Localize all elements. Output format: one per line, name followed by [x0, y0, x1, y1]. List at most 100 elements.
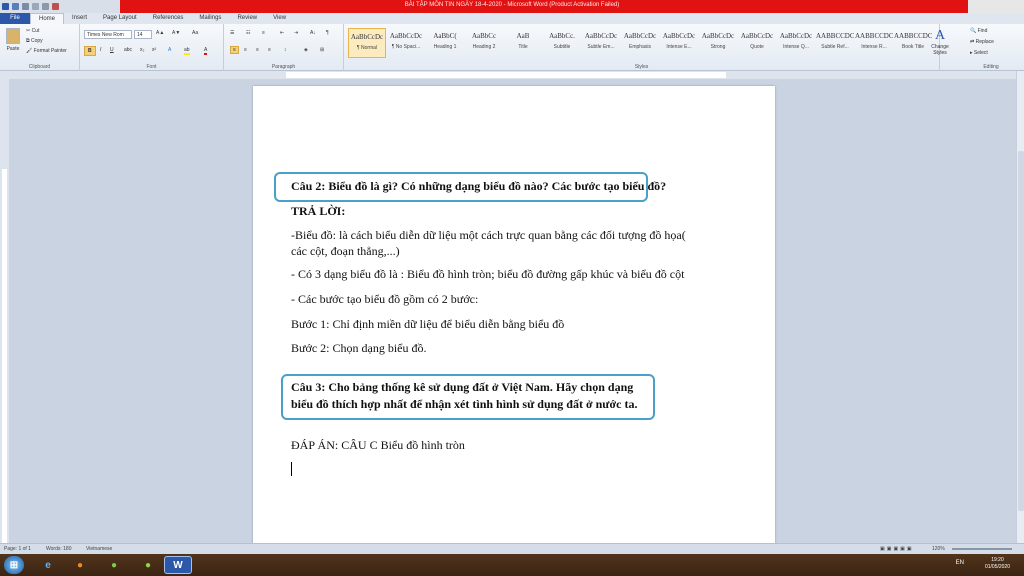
clear-format-icon[interactable]: Aa — [192, 30, 198, 36]
tab-view[interactable]: View — [265, 13, 294, 24]
ribbon-tabs: File Home Insert Page Layout References … — [0, 13, 1024, 24]
superscript-icon[interactable]: x² — [152, 47, 156, 53]
vertical-scrollbar[interactable] — [1016, 71, 1024, 543]
style-tile[interactable]: AaBbCc. Subtitle — [543, 28, 581, 58]
style-name: Heading 1 — [433, 44, 457, 50]
clock[interactable]: 19:20 01/05/2020 — [985, 557, 1010, 571]
font-name-dropdown[interactable]: Times New Rom — [84, 30, 132, 39]
scrollbar-thumb[interactable] — [1018, 151, 1024, 511]
find-label: Find — [977, 28, 988, 34]
style-sample: AaBbCcDc — [584, 32, 618, 40]
font-size-dropdown[interactable]: 14 — [134, 30, 152, 39]
language-tray[interactable]: EN — [956, 560, 964, 566]
style-tile[interactable]: AaBbC( Heading 1 — [426, 28, 464, 58]
style-tile[interactable]: AaB Title — [504, 28, 542, 58]
tab-insert[interactable]: Insert — [64, 13, 95, 24]
italic-icon[interactable]: I — [100, 47, 101, 53]
paragraph-line-4: - Các bước tạo biểu đồ gồm có 2 bước: — [291, 292, 479, 306]
style-sample: AaBbCc. — [549, 32, 575, 40]
multilevel-list-icon[interactable]: ≡ — [262, 30, 265, 36]
style-name: Intense Q... — [783, 44, 809, 50]
view-buttons[interactable]: ▣▣▣▣▣ — [880, 546, 914, 552]
line-spacing-icon[interactable]: ↕ — [284, 47, 287, 53]
app-icon-green-2[interactable]: ● — [134, 556, 162, 574]
bullets-icon[interactable]: ☰ — [230, 30, 234, 36]
styles-group: AaBbCcDc ¶ Normal AaBbCcDc ¶ No Spaci... AaB… — [344, 24, 949, 71]
style-tile[interactable]: AaBbCcDc Emphasis — [621, 28, 659, 58]
style-tile[interactable]: AABBCCDC Book Title — [894, 28, 932, 58]
style-tile[interactable]: AaBbCcDc Intense Q... — [777, 28, 815, 58]
firefox-icon[interactable]: ● — [66, 556, 94, 574]
answer-text: ĐÁP ÁN: CÂU C Biểu đồ hình tròn — [291, 438, 465, 452]
style-tile[interactable]: AaBbCcDc Intense E... — [660, 28, 698, 58]
highlight-icon[interactable]: ab — [184, 47, 190, 55]
language-indicator[interactable]: Vietnamese — [86, 546, 112, 552]
align-right-icon[interactable]: ≡ — [256, 47, 259, 53]
decrease-indent-icon[interactable]: ⇤ — [280, 30, 284, 36]
style-sample: AABBCCDC — [894, 32, 932, 40]
paragraph-line-1: -Biểu đồ: là cách biểu diễn dữ liệu một … — [291, 228, 686, 242]
style-sample: AaBbCc — [471, 32, 497, 40]
select-button[interactable]: ▸ Select — [970, 50, 988, 56]
ie-icon[interactable]: e — [34, 556, 62, 574]
copy-button[interactable]: ⧉ Copy — [26, 38, 43, 44]
zoom-level[interactable]: 120% — [932, 546, 945, 552]
grow-font-icon[interactable]: A▲ — [156, 30, 164, 36]
copy-label: Copy — [30, 38, 43, 44]
text-effects-icon[interactable]: A — [168, 47, 171, 53]
format-painter-button[interactable]: 🖌 Format Painter — [26, 48, 67, 54]
replace-button[interactable]: ⇄ Replace — [970, 39, 994, 45]
show-marks-icon[interactable]: ¶ — [326, 30, 329, 36]
underline-icon[interactable]: U — [110, 47, 114, 53]
tab-home[interactable]: Home — [30, 13, 65, 24]
align-left-icon[interactable]: ≡ — [230, 46, 239, 54]
style-tile[interactable]: AABBCCDC Subtle Ref... — [816, 28, 854, 58]
style-name: Heading 2 — [472, 44, 496, 50]
start-button[interactable]: ⊞ — [4, 556, 24, 574]
page-count[interactable]: Page: 1 of 1 — [4, 546, 31, 552]
shading-icon[interactable]: ◈ — [304, 47, 308, 53]
strikethrough-icon[interactable]: abc — [124, 47, 132, 53]
numbering-icon[interactable]: ☷ — [246, 30, 250, 36]
tab-mailings[interactable]: Mailings — [191, 13, 229, 24]
window-title: BÀI TẬP MÔN TIN NGÀY 18-4-2020 - Microso… — [404, 2, 620, 8]
text-cursor — [291, 462, 292, 476]
align-center-icon[interactable]: ≡ — [244, 47, 247, 53]
word-taskbar-icon[interactable]: W — [164, 556, 192, 574]
document-page[interactable]: Câu 2: Biểu đồ là gì? Có những dạng biểu… — [253, 86, 775, 543]
bold-icon[interactable]: B — [84, 46, 96, 56]
tab-references[interactable]: References — [145, 13, 192, 24]
style-tile[interactable]: AaBbCcDc Quote — [738, 28, 776, 58]
subscript-icon[interactable]: x₂ — [140, 47, 144, 53]
cut-button[interactable]: ✂ Cut — [26, 28, 39, 34]
justify-icon[interactable]: ≡ — [268, 47, 271, 53]
horizontal-ruler[interactable] — [0, 71, 1024, 79]
font-color-icon[interactable]: A — [204, 47, 208, 55]
title-bar: BÀI TẬP MÔN TIN NGÀY 18-4-2020 - Microso… — [0, 0, 1024, 13]
question-2-text: Câu 2: Biểu đồ là gì? Có những dạng biểu… — [291, 179, 667, 193]
tab-page-layout[interactable]: Page Layout — [95, 13, 145, 24]
borders-icon[interactable]: ⊞ — [320, 47, 324, 53]
editing-group: 🔍 Find ⇄ Replace ▸ Select Editing — [966, 24, 1016, 71]
style-tile[interactable]: AaBbCcDc Strong — [699, 28, 737, 58]
style-tile[interactable]: AABBCCDC Intense R... — [855, 28, 893, 58]
style-sample: AaBbC( — [433, 32, 457, 40]
style-tile[interactable]: AaBbCc Heading 2 — [465, 28, 503, 58]
tab-review[interactable]: Review — [229, 13, 265, 24]
zoom-slider[interactable] — [952, 548, 1012, 550]
change-styles-button[interactable]: A Change Styles — [928, 28, 952, 56]
style-tile[interactable]: AaBbCcDc ¶ No Spaci... — [387, 28, 425, 58]
app-icon-green[interactable]: ● — [100, 556, 128, 574]
paste-button[interactable]: Paste — [4, 28, 22, 52]
shrink-font-icon[interactable]: A▼ — [172, 30, 180, 36]
style-sample: AaBbCcDc — [740, 32, 774, 40]
style-tile[interactable]: AaBbCcDc Subtle Em... — [582, 28, 620, 58]
style-tile[interactable]: AaBbCcDc ¶ Normal — [348, 28, 386, 58]
find-button[interactable]: 🔍 Find — [970, 28, 987, 34]
vertical-ruler[interactable] — [0, 79, 9, 543]
sort-icon[interactable]: A↓ — [310, 30, 316, 36]
increase-indent-icon[interactable]: ⇥ — [294, 30, 298, 36]
tab-file[interactable]: File — [0, 13, 30, 24]
word-count[interactable]: Words: 180 — [46, 546, 71, 552]
style-name: Emphasis — [629, 44, 651, 50]
